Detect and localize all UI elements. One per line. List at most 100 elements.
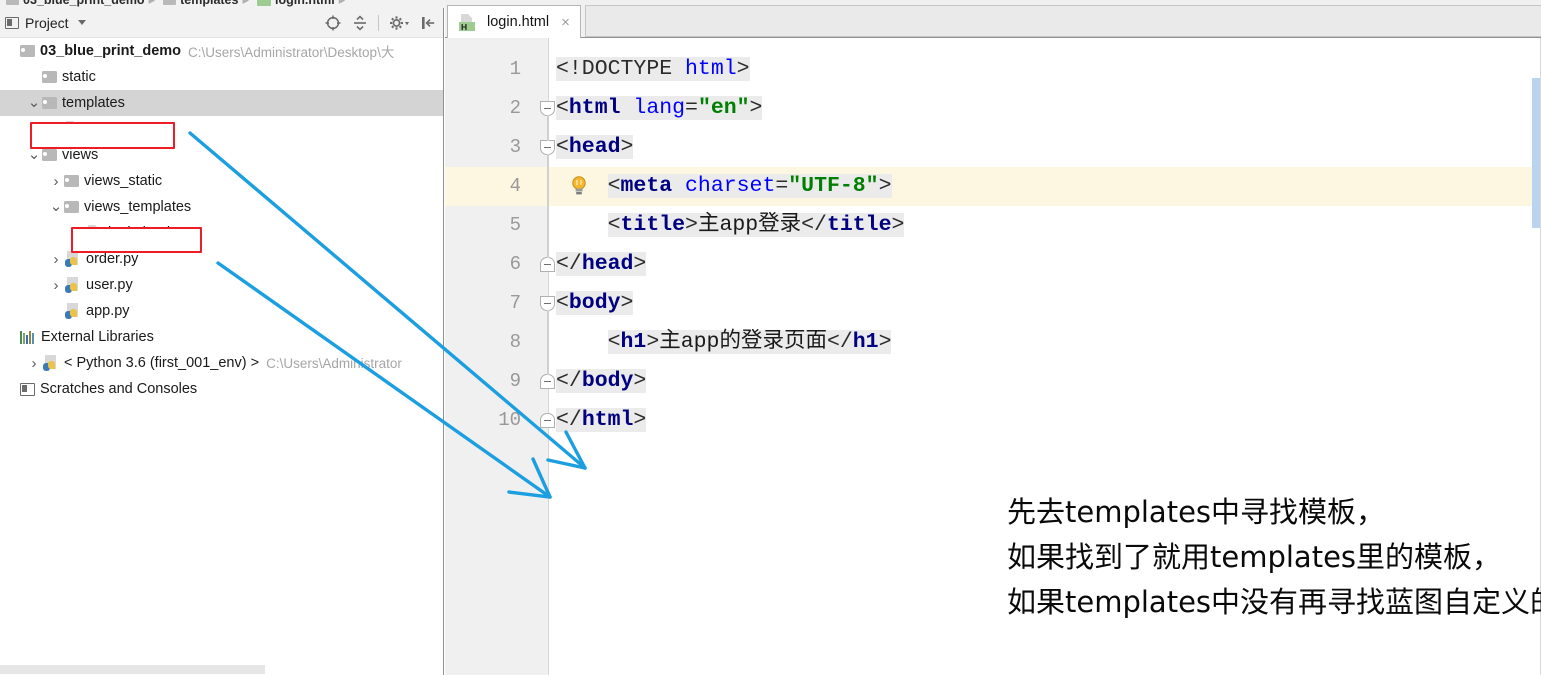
tree-item-label: Scratches and Consoles: [40, 376, 197, 402]
tree-item-label: app.py: [86, 298, 130, 324]
code-line[interactable]: <h1>主app的登录页面</h1>: [548, 323, 1541, 362]
tree-spacer: [4, 38, 20, 64]
code-fold-toggle[interactable]: [540, 413, 555, 428]
chevron-down-icon[interactable]: ⌄: [26, 90, 42, 116]
python-sdk-icon: [42, 355, 59, 372]
folder-icon: [42, 97, 57, 109]
tree-item-external-libraries[interactable]: External Libraries: [0, 324, 443, 350]
line-number: 3: [445, 128, 548, 167]
code-line[interactable]: <!DOCTYPE html>: [548, 50, 1541, 89]
project-panel-header: Project: [0, 8, 443, 38]
breadcrumb-item-project[interactable]: 03_blue_print_demo: [0, 0, 147, 7]
folder-icon: [42, 71, 57, 83]
fold-stem: [547, 115, 549, 141]
tree-item-label: < Python 3.6 (first_001_env) >: [64, 350, 259, 376]
code-fold-toggle[interactable]: [540, 374, 555, 389]
tree-spacer: [4, 324, 20, 350]
breadcrumb-separator: ▸: [242, 0, 249, 8]
line-number: 7: [445, 284, 548, 323]
folder-icon: [20, 45, 35, 57]
chevron-right-icon[interactable]: ›: [48, 168, 64, 194]
chevron-down-icon[interactable]: ⌄: [48, 194, 64, 220]
code-line[interactable]: <meta charset="UTF-8">: [548, 167, 1541, 206]
annotation-line: 先去templates中寻找模板，: [1007, 490, 1541, 535]
code-line[interactable]: <body>: [548, 284, 1541, 323]
project-title-group[interactable]: Project: [0, 15, 86, 31]
panel-title: Project: [25, 15, 69, 31]
tree-item-label: views_templates: [84, 194, 191, 220]
tree-item-login-html[interactable]: Hlogin.html: [0, 220, 443, 246]
project-panel-toolbar: [324, 8, 437, 38]
tree-item-scratches-and-consoles[interactable]: Scratches and Consoles: [0, 376, 443, 402]
highlight-box-templates-login: [30, 122, 175, 149]
chevron-right-icon[interactable]: ›: [48, 246, 64, 272]
tree-item-user-py[interactable]: ›user.py: [0, 272, 443, 298]
code-line[interactable]: </head>: [548, 245, 1541, 284]
line-number: 5: [445, 206, 548, 245]
html-file-icon: H: [459, 14, 476, 31]
breadcrumb-item-file[interactable]: login.html: [251, 0, 337, 7]
tree-item-order-py[interactable]: ›order.py: [0, 246, 443, 272]
code-line[interactable]: <title>主app登录</title>: [548, 206, 1541, 245]
tree-item-views-templates[interactable]: ⌄ views_templates: [0, 194, 443, 220]
folder-icon: [64, 201, 79, 213]
code-line[interactable]: <head>: [548, 128, 1541, 167]
folder-icon: [163, 0, 176, 5]
tree-item-03-blue-print-demo[interactable]: 03_blue_print_demoC:\Users\Administrator…: [0, 38, 443, 64]
editor-area: H login.html × 12345678910 <!DOCTYPE htm…: [445, 0, 1541, 675]
tree-item-path: C:\Users\Administrator: [266, 356, 402, 371]
code-fold-toggle[interactable]: [540, 140, 555, 155]
settings-gear-icon[interactable]: [388, 14, 410, 32]
tree-spacer: [26, 64, 42, 90]
code-line[interactable]: </html>: [548, 401, 1541, 440]
fold-stem: [547, 310, 549, 375]
python-file-icon: [64, 251, 81, 268]
annotation-line: 如果templates中没有再寻找蓝图自定义的模板路径。: [1007, 580, 1541, 625]
ide-window: 03_blue_print_demo ▸ templates ▸ login.h…: [0, 0, 1541, 675]
code-line[interactable]: <html lang="en">: [548, 89, 1541, 128]
fold-stem: [547, 154, 549, 258]
tree-item-static[interactable]: static: [0, 64, 443, 90]
line-number: 9: [445, 362, 548, 401]
annotation-text: 先去templates中寻找模板，如果找到了就用templates里的模板，如果…: [1007, 490, 1541, 625]
tree-item-app-py[interactable]: app.py: [0, 298, 443, 324]
html-file-icon: [257, 0, 271, 6]
line-number-gutter[interactable]: 12345678910: [445, 38, 548, 675]
chevron-right-icon[interactable]: ›: [48, 272, 64, 298]
collapse-all-icon[interactable]: [351, 14, 369, 32]
project-panel: Project: [0, 8, 444, 675]
project-view-icon: [5, 17, 19, 29]
project-horizontal-scrollbar[interactable]: [0, 664, 443, 675]
code-line[interactable]: </body>: [548, 362, 1541, 401]
locate-target-icon[interactable]: [324, 14, 342, 32]
breadcrumb-item-templates[interactable]: templates: [157, 0, 240, 7]
folder-icon: [64, 175, 79, 187]
breadcrumb-separator: ▸: [339, 0, 346, 8]
tree-item-label: views_static: [84, 168, 162, 194]
breadcrumb-separator: ▸: [149, 0, 156, 8]
line-number: 4: [445, 167, 548, 206]
intention-bulb-icon[interactable]: [570, 175, 588, 197]
tab-login-html[interactable]: H login.html ×: [447, 5, 581, 38]
code-fold-toggle[interactable]: [540, 101, 555, 116]
folder-icon: [42, 149, 57, 161]
python-file-icon: [64, 303, 81, 320]
line-number: 8: [445, 323, 548, 362]
tree-item--python-3-6-first-001-env-[interactable]: › < Python 3.6 (first_001_env) > C:\Users\…: [0, 350, 443, 376]
tree-item-path: C:\Users\Administrator\Desktop\大: [188, 41, 394, 61]
code-fold-toggle[interactable]: [540, 296, 555, 311]
tree-item-views-static[interactable]: › views_static: [0, 168, 443, 194]
tree-item-templates[interactable]: ⌄templates: [0, 90, 443, 116]
tree-item-label: External Libraries: [41, 324, 154, 350]
chevron-right-icon[interactable]: ›: [26, 350, 42, 376]
line-number: 10: [445, 401, 548, 440]
highlight-box-views-templates-login: [71, 227, 202, 253]
editor-tabbar: H login.html ×: [445, 0, 1541, 38]
code-fold-toggle[interactable]: [540, 257, 555, 272]
chevron-down-icon[interactable]: [78, 20, 86, 25]
hide-panel-icon[interactable]: [419, 14, 437, 32]
tree-spacer: [48, 298, 64, 324]
libraries-icon: [20, 331, 36, 344]
close-icon[interactable]: ×: [561, 15, 570, 30]
scrollbar-thumb[interactable]: [0, 665, 265, 674]
